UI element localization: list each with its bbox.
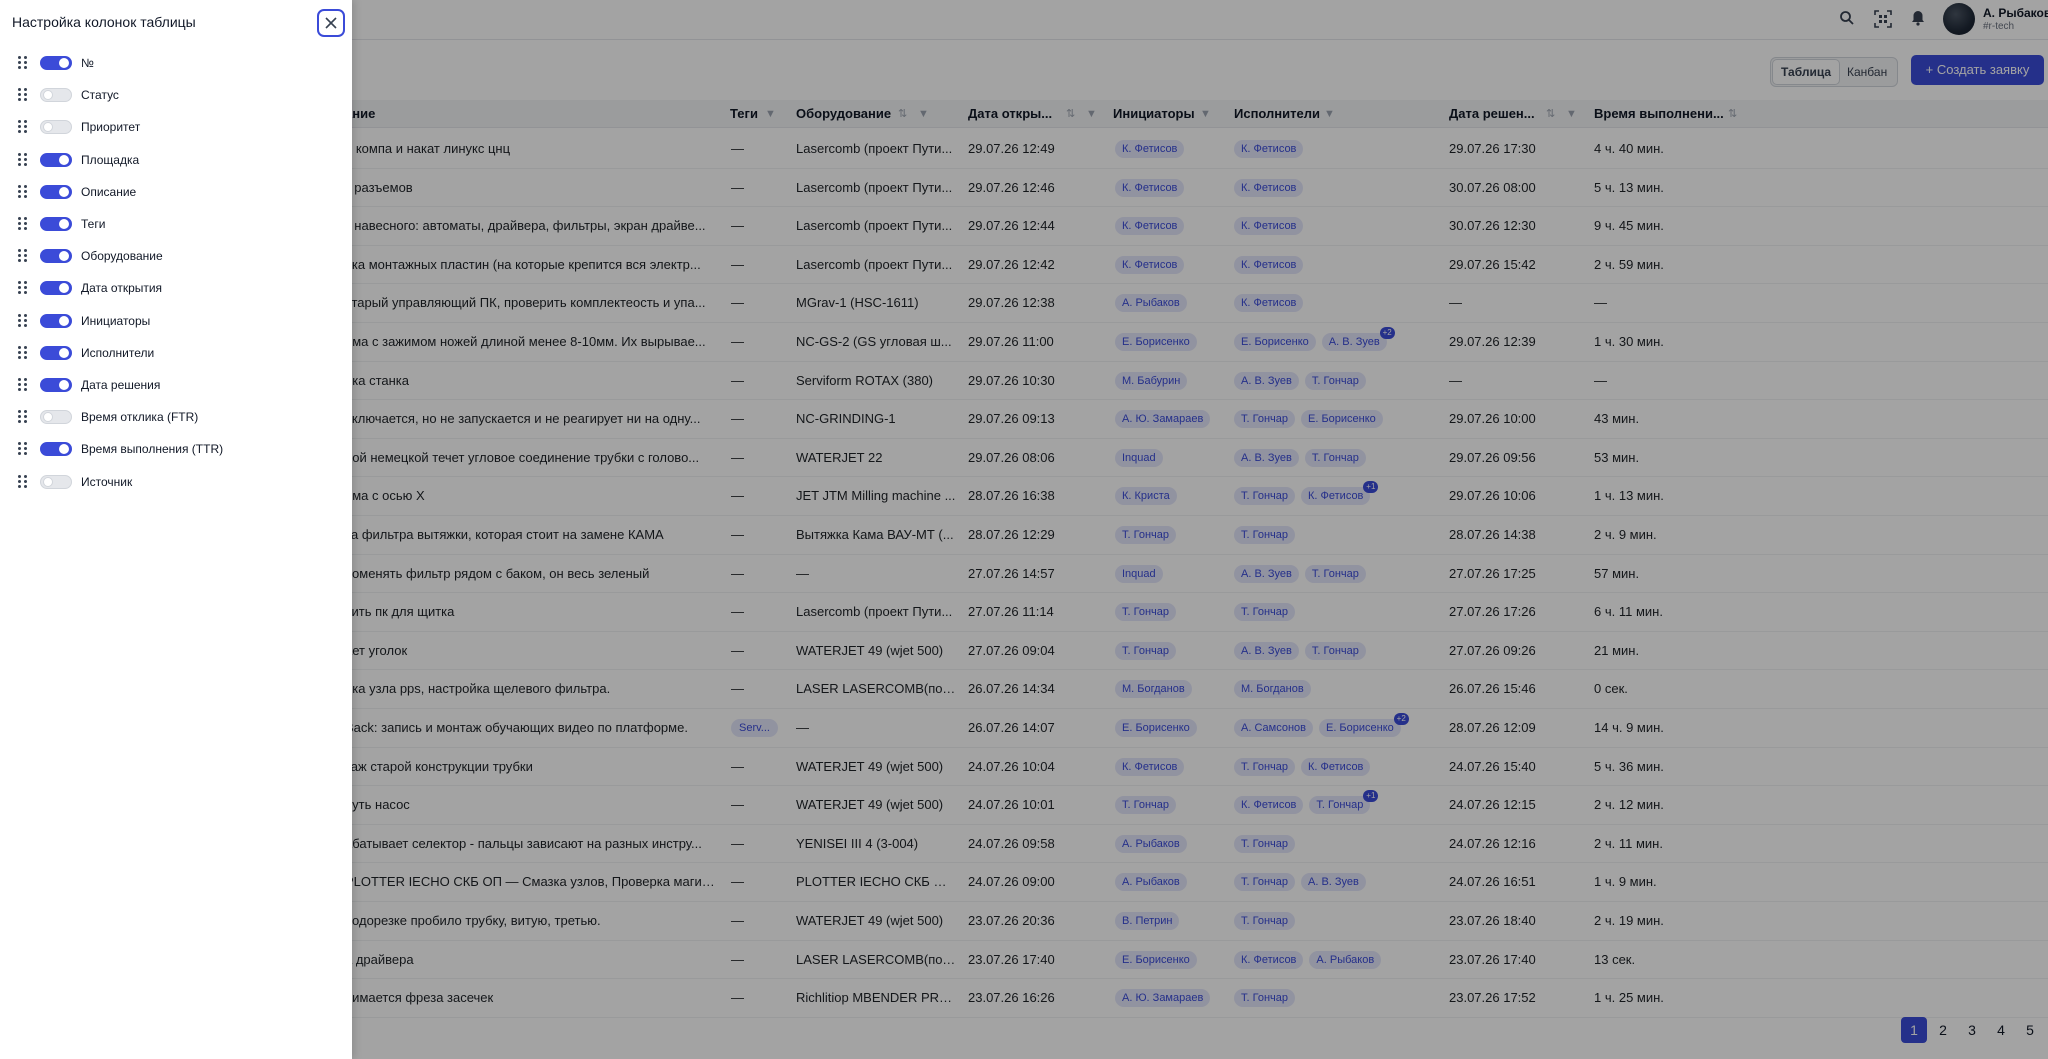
column-setting-label: Инициаторы: [81, 313, 151, 328]
toggle-knob: [59, 186, 69, 197]
drag-handle-icon[interactable]: [18, 120, 28, 134]
column-visibility-toggle[interactable]: [40, 410, 72, 425]
column-setting-item: Дата открытия: [0, 272, 352, 304]
column-setting-item: Приоритет: [0, 111, 352, 143]
column-setting-label: Статус: [81, 88, 119, 103]
column-visibility-toggle[interactable]: [40, 442, 72, 457]
toggle-knob: [59, 283, 69, 294]
toggle-knob: [43, 122, 53, 133]
drag-handle-icon[interactable]: [18, 410, 28, 424]
column-setting-item: Время выполнения (TTR): [0, 433, 352, 465]
drawer-title: Настройка колонок таблицы: [12, 14, 196, 30]
column-setting-label: Оборудование: [81, 249, 163, 264]
toggle-knob: [59, 315, 69, 326]
column-setting-item: Площадка: [0, 144, 352, 176]
column-visibility-toggle[interactable]: [40, 249, 72, 264]
column-setting-label: Источник: [81, 474, 133, 489]
drag-handle-icon[interactable]: [18, 88, 28, 102]
drag-handle-icon[interactable]: [18, 152, 28, 167]
column-visibility-toggle[interactable]: [40, 120, 72, 135]
column-setting-item: Теги: [0, 208, 352, 240]
column-visibility-toggle[interactable]: [40, 345, 72, 360]
close-button[interactable]: [317, 9, 345, 37]
column-setting-item: Статус: [0, 79, 352, 111]
column-setting-label: Теги: [81, 217, 106, 231]
drag-handle-icon[interactable]: [18, 56, 28, 70]
toggle-knob: [59, 251, 69, 262]
column-settings-drawer: Настройка колонок таблицы № Статус Приорит…: [0, 0, 352, 1059]
column-setting-label: Время отклика (FTR): [81, 410, 199, 425]
column-visibility-toggle[interactable]: [40, 56, 72, 70]
column-setting-item: Инициаторы: [0, 305, 352, 337]
toggle-knob: [59, 380, 69, 390]
column-visibility-toggle[interactable]: [40, 152, 72, 167]
drag-handle-icon[interactable]: [18, 313, 28, 328]
column-setting-item: Исполнители: [0, 337, 352, 369]
column-visibility-toggle[interactable]: [40, 474, 72, 489]
toggle-knob: [59, 219, 69, 229]
column-setting-item: Источник: [0, 466, 352, 498]
drag-handle-icon[interactable]: [18, 184, 28, 199]
column-visibility-toggle[interactable]: [40, 378, 72, 392]
toggle-knob: [43, 90, 53, 101]
column-setting-label: Приоритет: [81, 120, 141, 135]
column-setting-item: Оборудование: [0, 240, 352, 272]
column-visibility-toggle[interactable]: [40, 88, 72, 103]
column-setting-label: Площадка: [81, 152, 140, 167]
drag-handle-icon[interactable]: [18, 442, 28, 456]
column-visibility-toggle[interactable]: [40, 217, 72, 231]
toggle-knob: [59, 154, 69, 165]
drag-handle-icon[interactable]: [18, 217, 28, 231]
toggle-knob: [43, 412, 53, 423]
column-visibility-toggle[interactable]: [40, 281, 72, 296]
drag-handle-icon[interactable]: [18, 378, 28, 392]
column-visibility-toggle[interactable]: [40, 184, 72, 199]
column-setting-label: Дата решения: [81, 378, 161, 392]
column-setting-label: Описание: [81, 184, 137, 199]
column-setting-item: №: [0, 47, 352, 79]
drag-handle-icon[interactable]: [18, 474, 28, 489]
column-setting-label: Дата открытия: [81, 281, 163, 296]
toggle-knob: [43, 476, 53, 487]
column-setting-label: №: [81, 56, 94, 70]
column-setting-item: Дата решения: [0, 369, 352, 401]
toggle-knob: [59, 347, 69, 358]
toggle-knob: [59, 58, 69, 68]
column-setting-item: Время отклика (FTR): [0, 401, 352, 433]
drag-handle-icon[interactable]: [18, 345, 28, 360]
toggle-knob: [59, 444, 69, 455]
column-setting-label: Время выполнения (TTR): [81, 442, 224, 457]
column-setting-label: Исполнители: [81, 345, 155, 360]
column-visibility-toggle[interactable]: [40, 313, 72, 328]
drag-handle-icon[interactable]: [18, 249, 28, 263]
drag-handle-icon[interactable]: [18, 281, 28, 295]
column-setting-item: Описание: [0, 176, 352, 208]
